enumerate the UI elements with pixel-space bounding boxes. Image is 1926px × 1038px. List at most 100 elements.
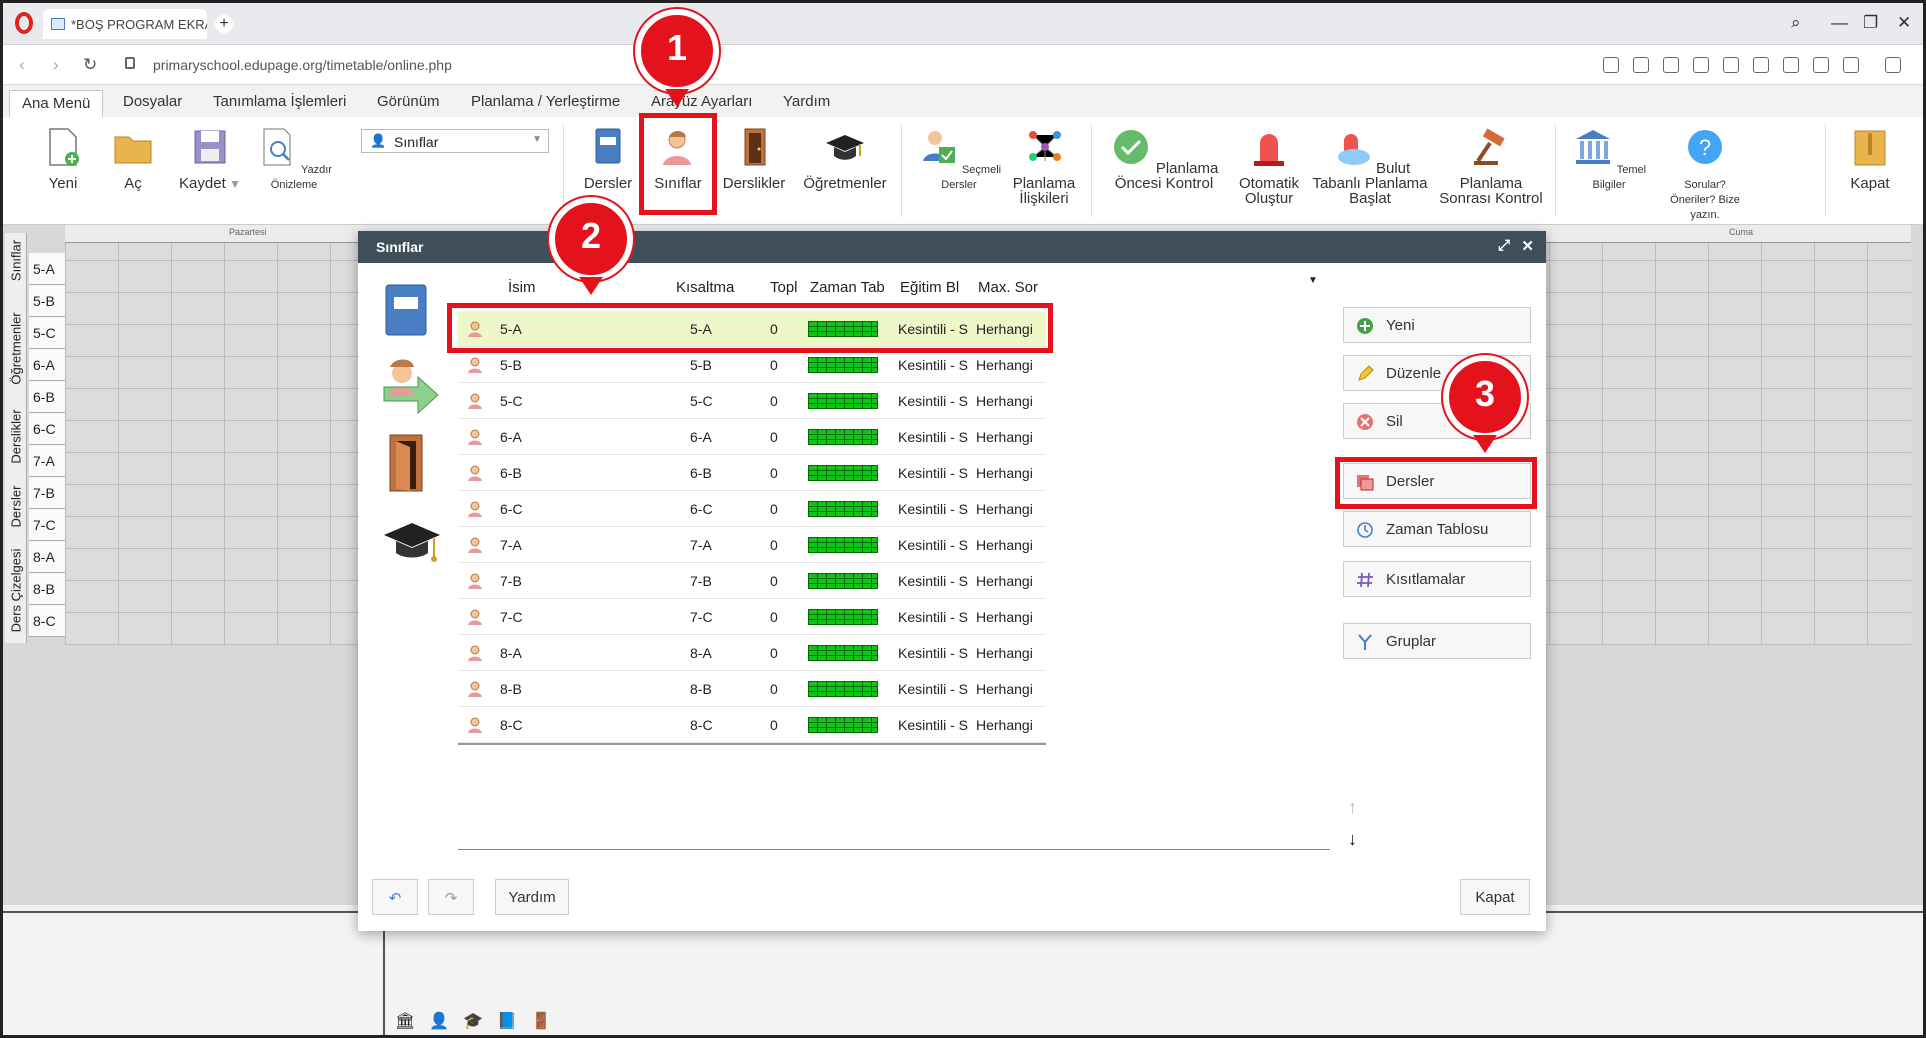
column-header-kisaltma[interactable]: Kısaltma: [676, 279, 734, 296]
forward-icon[interactable]: ›: [53, 55, 59, 75]
side-tab-ogretmenler[interactable]: Öğretmenler: [9, 306, 24, 392]
derslikler-ribbon-button[interactable]: Derslikler: [719, 127, 789, 191]
close-icon[interactable]: ✕: [1521, 237, 1534, 255]
secmeli-dersler-button[interactable]: Seçmeli Dersler: [913, 127, 1005, 193]
timetable-row-label[interactable]: 6-C: [29, 413, 65, 445]
close-window-icon[interactable]: ✕: [1897, 13, 1911, 33]
column-header-egitim[interactable]: Eğitim Bl: [900, 279, 972, 296]
lessons-book-icon[interactable]: [382, 283, 430, 337]
planlama-oncesi-kontrol-button[interactable]: Planlama Öncesi Kontrol: [1101, 127, 1227, 191]
move-down-arrow-icon[interactable]: ↓: [1348, 829, 1357, 850]
classroom-door-icon[interactable]: [382, 433, 430, 493]
timetable-row-label[interactable]: 7-C: [29, 509, 65, 541]
maximize-icon[interactable]: ⤢: [1498, 237, 1510, 254]
bulut-planlama-button[interactable]: Bulut Tabanlı Planlama Başlat: [1311, 127, 1429, 206]
column-header-isim[interactable]: İsim: [508, 279, 536, 296]
otomatik-olustur-button[interactable]: Otomatik Oluştur: [1231, 127, 1307, 206]
move-up-arrow-icon[interactable]: ↑: [1348, 797, 1357, 818]
undo-button[interactable]: ↶: [372, 879, 418, 915]
timetable-row-label[interactable]: 5-A: [29, 253, 65, 285]
browser-tab[interactable]: *BOŞ PROGRAM EKRAN F: [43, 9, 207, 39]
side-tab-ders-cizelgesi[interactable]: Ders Çizelgesi: [9, 536, 24, 646]
kapat-button[interactable]: Kapat: [1460, 879, 1530, 915]
table-row[interactable]: 8-C 8-C 0 Kesintili - S Herhangi: [458, 707, 1046, 743]
kaydet-dropdown-icon[interactable]: ▼: [226, 177, 241, 191]
table-row[interactable]: 7-C 7-C 0 Kesintili - S Herhangi: [458, 599, 1046, 635]
zoom-icon[interactable]: [1603, 57, 1619, 73]
yazdir-onizleme-button[interactable]: Yazdır Önizleme: [251, 127, 337, 193]
minimize-icon[interactable]: —: [1831, 13, 1848, 33]
class-arrow-icon[interactable]: [382, 357, 440, 417]
timetable-row-label[interactable]: 7-B: [29, 477, 65, 509]
timetable-row-label[interactable]: 5-B: [29, 285, 65, 317]
yeni-button[interactable]: Yeni: [1343, 307, 1531, 343]
siren-icon: [1254, 134, 1284, 166]
ac-label: Aç: [124, 175, 142, 192]
menu-tab-ana-menu[interactable]: Ana Menü: [9, 90, 104, 118]
temel-bilgiler-button[interactable]: Temel Bilgiler: [1569, 127, 1649, 193]
timetable-row-label[interactable]: 5-C: [29, 317, 65, 349]
timetable-row-label[interactable]: 8-C: [29, 605, 65, 637]
edit-icon[interactable]: [1633, 57, 1649, 73]
camera-icon[interactable]: [1663, 57, 1679, 73]
bottom-icon-strip[interactable]: 🏛👤🎓📘🚪: [395, 1011, 565, 1031]
reload-icon[interactable]: ↻: [83, 55, 97, 75]
kisitlamalar-button[interactable]: Kısıtlamalar: [1343, 561, 1531, 597]
table-row[interactable]: 8-A 8-A 0 Kesintili - S Herhangi: [458, 635, 1046, 671]
back-icon[interactable]: ‹: [19, 55, 25, 75]
yardim-button[interactable]: Yardım: [495, 879, 569, 915]
table-row[interactable]: 6-B 6-B 0 Kesintili - S Herhangi: [458, 455, 1046, 491]
column-chooser-icon[interactable]: ▼: [1308, 275, 1318, 286]
kapat-ribbon-button[interactable]: Kapat: [1845, 127, 1895, 191]
chevron-down-icon: ▼: [532, 134, 542, 145]
teacher-cap-icon[interactable]: [382, 517, 442, 567]
timetable-row-label[interactable]: 6-B: [29, 381, 65, 413]
timetable-row-label[interactable]: 8-A: [29, 541, 65, 573]
search-tabs-icon[interactable]: ⌕: [1791, 13, 1801, 33]
table-row[interactable]: 5-C 5-C 0 Kesintili - S Herhangi: [458, 383, 1046, 419]
menu-tab-yardim[interactable]: Yardım: [783, 93, 830, 110]
kaydet-button[interactable]: Kaydet ▼: [175, 127, 245, 192]
table-row[interactable]: 7-A 7-A 0 Kesintili - S Herhangi: [458, 527, 1046, 563]
restore-icon[interactable]: ❐: [1863, 13, 1878, 33]
menu-tab-dosyalar[interactable]: Dosyalar: [123, 93, 182, 110]
menu-icon[interactable]: [1813, 57, 1829, 73]
address-field[interactable]: primaryschool.edupage.org/timetable/onli…: [153, 57, 452, 73]
profile-icon[interactable]: [1843, 57, 1859, 73]
table-row[interactable]: 7-B 7-B 0 Kesintili - S Herhangi: [458, 563, 1046, 599]
menu-tab-tanimlama[interactable]: Tanımlama İşlemleri: [213, 93, 346, 110]
timetable-row-label[interactable]: 6-A: [29, 349, 65, 381]
ogretmenler-ribbon-button[interactable]: Öğretmenler: [799, 127, 891, 191]
column-header-max[interactable]: Max. Sor: [978, 279, 1038, 296]
heart-icon[interactable]: [1753, 57, 1769, 73]
dersler-ribbon-button[interactable]: Dersler: [581, 127, 635, 191]
side-tab-derslikler[interactable]: Derslikler: [9, 402, 24, 472]
column-header-topl[interactable]: Topl: [770, 279, 798, 296]
side-tab-siniflar[interactable]: Sınıflar: [9, 236, 24, 286]
planlama-iliskileri-button[interactable]: Planlama İlişkileri: [1007, 127, 1081, 206]
column-header-zaman[interactable]: Zaman Tab: [810, 279, 890, 296]
redo-button[interactable]: ↷: [428, 879, 474, 915]
planlama-sonrasi-kontrol-button[interactable]: Planlama Sonrası Kontrol: [1437, 127, 1545, 206]
view-select[interactable]: 👤 Sınıflar ▼: [361, 129, 549, 153]
timetable-row-label[interactable]: 7-A: [29, 445, 65, 477]
sorular-button[interactable]: ? Sorular? Öneriler? Bize yazın.: [1663, 127, 1747, 223]
hash-icon: [1357, 572, 1373, 588]
new-tab-button[interactable]: +: [215, 15, 233, 33]
extensions-icon[interactable]: [1885, 57, 1901, 73]
download-icon[interactable]: [1783, 57, 1799, 73]
side-tab-dersler[interactable]: Dersler: [9, 477, 24, 537]
opera-logo-icon[interactable]: [15, 12, 33, 34]
table-row[interactable]: 8-B 8-B 0 Kesintili - S Herhangi: [458, 671, 1046, 707]
menu-tab-gorunum[interactable]: Görünüm: [377, 93, 440, 110]
menu-tab-planlama[interactable]: Planlama / Yerleştirme: [471, 93, 620, 110]
play-icon[interactable]: [1723, 57, 1739, 73]
table-row[interactable]: 6-A 6-A 0 Kesintili - S Herhangi: [458, 419, 1046, 455]
timetable-row-label[interactable]: 8-B: [29, 573, 65, 605]
gruplar-button[interactable]: Gruplar: [1343, 623, 1531, 659]
shield-icon[interactable]: [1693, 57, 1709, 73]
zaman-tablosu-button[interactable]: Zaman Tablosu: [1343, 511, 1531, 547]
ac-button[interactable]: Aç: [111, 127, 155, 191]
table-row[interactable]: 6-C 6-C 0 Kesintili - S Herhangi: [458, 491, 1046, 527]
yeni-button[interactable]: Yeni: [41, 127, 85, 191]
